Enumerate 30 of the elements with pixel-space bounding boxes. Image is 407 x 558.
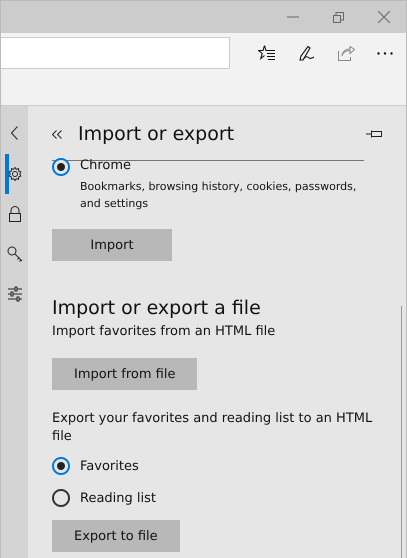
share-icon[interactable] <box>338 46 355 60</box>
radio-label: Favorites <box>80 458 139 474</box>
export-description: Export your favorites and reading list to an HTML file <box>52 410 374 446</box>
import-description: Import favorites from an HTML file <box>52 323 276 341</box>
back-icon <box>10 126 18 142</box>
settings-icon <box>6 166 22 182</box>
key-icon <box>6 246 22 262</box>
address-field[interactable] <box>1 37 230 69</box>
pen-icon[interactable] <box>298 44 316 62</box>
sliders-icon <box>6 286 22 302</box>
collapse-icon[interactable] <box>52 130 62 138</box>
radio-button[interactable] <box>52 489 70 507</box>
restore-icon[interactable] <box>333 12 344 22</box>
minimize-icon[interactable] <box>287 16 299 18</box>
radio-button[interactable] <box>52 457 70 475</box>
pin-icon[interactable] <box>366 129 382 139</box>
favorites-icon[interactable] <box>258 44 276 62</box>
radio-button[interactable] <box>52 158 70 176</box>
close-icon[interactable] <box>378 11 390 23</box>
export-to-file-button[interactable]: Export to file <box>52 520 180 552</box>
sidebar-item[interactable] <box>5 154 24 194</box>
lock-icon <box>6 206 22 222</box>
more-icon[interactable] <box>377 52 393 54</box>
radio-label: Chrome <box>80 158 131 173</box>
panel-title: Import or export <box>78 123 236 145</box>
import-from-file-button[interactable]: Import from file <box>52 358 198 390</box>
section-heading: Import or export a file <box>52 297 262 319</box>
radio-label: Reading list <box>80 490 156 506</box>
import-button[interactable]: Import <box>52 229 172 261</box>
option-description: Bookmarks, browsing history, cookies, passwords, and settings <box>80 179 358 212</box>
